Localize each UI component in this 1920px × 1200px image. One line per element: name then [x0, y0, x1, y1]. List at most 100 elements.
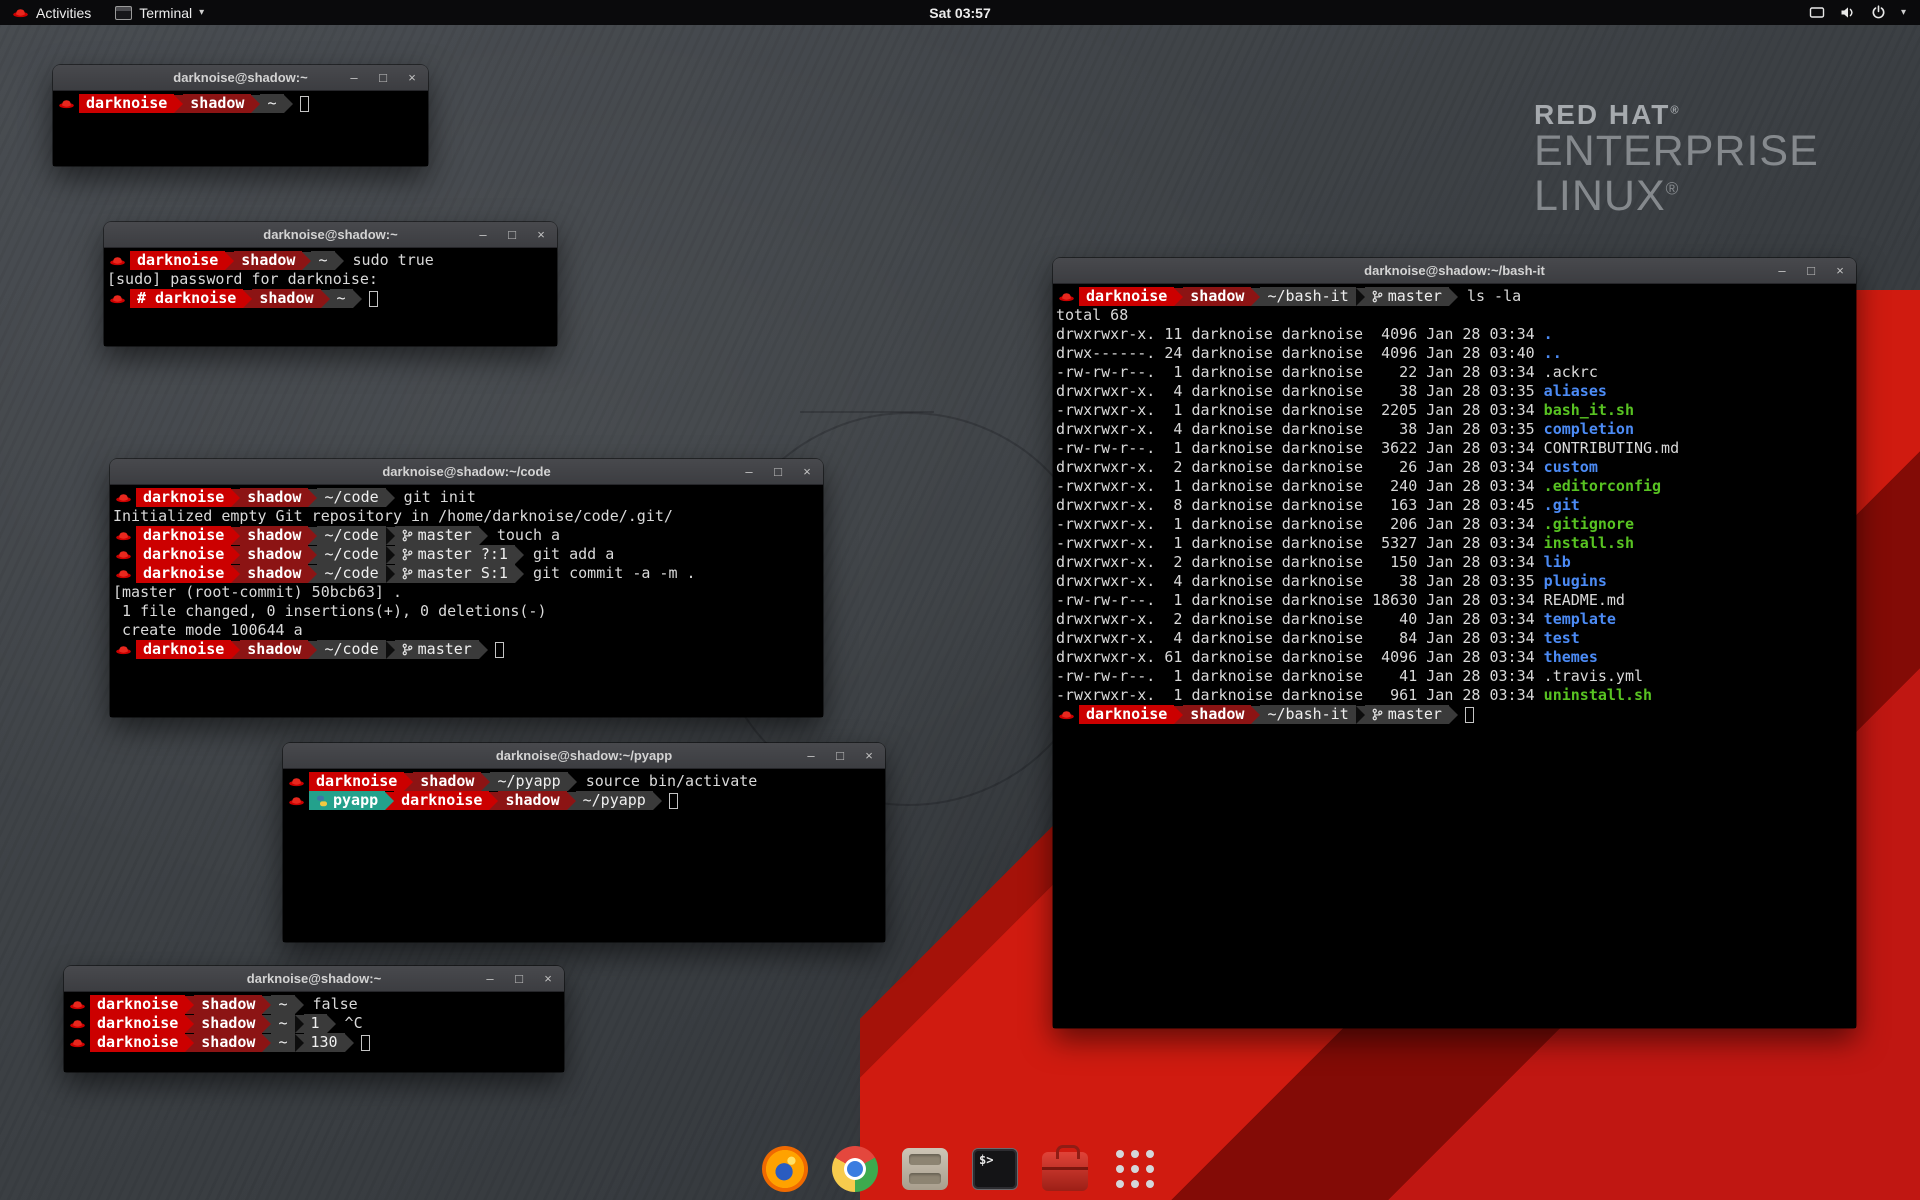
dock-item-chrome[interactable]	[830, 1144, 880, 1194]
prompt-host-segment: shadow	[1183, 287, 1251, 306]
prompt-git-segment: master	[395, 640, 479, 659]
prompt-path-segment: ~	[311, 251, 334, 270]
prompt-host-segment: shadow	[234, 251, 302, 270]
terminal-window-code[interactable]: darknoise@shadow:~/code – □ × darknoise s…	[110, 459, 823, 717]
prompt-user-text: darknoise	[97, 1033, 178, 1052]
prompt-host-text: shadow	[201, 1033, 255, 1052]
close-button[interactable]: ×	[861, 748, 877, 763]
prompt-host-segment: shadow	[194, 1033, 262, 1052]
redhat-prompt-icon	[115, 644, 132, 655]
clock[interactable]: Sat 03:57	[929, 5, 990, 21]
terminal-content[interactable]: darknoiseshadow~/code git initInitialize…	[110, 485, 823, 717]
prompt-host-text: shadow	[1190, 287, 1244, 306]
prompt-host-text: shadow	[241, 251, 295, 270]
directory-name: plugins	[1544, 572, 1607, 591]
prompt-user-text: darknoise	[143, 488, 224, 507]
minimize-button[interactable]: –	[482, 971, 498, 986]
redhat-prompt-icon-wrap	[113, 564, 136, 583]
activities-button[interactable]: Activities	[0, 0, 103, 25]
powerline-arrow	[185, 996, 194, 1014]
window-titlebar[interactable]: darknoise@shadow:~/pyapp – □ ×	[283, 743, 885, 769]
window-titlebar[interactable]: darknoise@shadow:~ – □ ×	[53, 65, 428, 91]
terminal-content[interactable]: darknoiseshadow~ sudo true[sudo] passwor…	[104, 248, 557, 346]
dock-item-files[interactable]	[900, 1144, 950, 1194]
dock-item-terminal[interactable]: $>	[970, 1144, 1020, 1194]
powerline-arrow	[386, 641, 395, 659]
close-button[interactable]: ×	[799, 464, 815, 479]
terminal-text: drwxrwxr-x. 4 darknoise darknoise 38 Jan…	[1056, 382, 1544, 401]
terminal-text: git commit -a -m .	[524, 564, 696, 583]
terminal-window-pyapp[interactable]: darknoise@shadow:~/pyapp – □ × darknoise…	[283, 743, 885, 942]
window-titlebar[interactable]: darknoise@shadow:~/code – □ ×	[110, 459, 823, 485]
window-titlebar[interactable]: darknoise@shadow:~ – □ ×	[104, 222, 557, 248]
terminal-cursor	[361, 1035, 370, 1051]
window-title: darknoise@shadow:~	[263, 227, 397, 242]
terminal-window-home-1[interactable]: darknoise@shadow:~ – □ × darknoiseshadow…	[53, 65, 428, 166]
prompt-host-text: shadow	[420, 772, 474, 791]
powerline-arrow	[481, 773, 490, 791]
minimize-button[interactable]: –	[475, 227, 491, 242]
close-button[interactable]: ×	[533, 227, 549, 242]
maximize-button[interactable]: □	[832, 748, 848, 763]
terminal-line: darknoiseshadow~1 ^C	[67, 1014, 564, 1033]
close-button[interactable]: ×	[540, 971, 556, 986]
terminal-line: create mode 100644 a	[113, 621, 823, 640]
close-button[interactable]: ×	[404, 70, 420, 85]
terminal-text: drwxrwxr-x. 8 darknoise darknoise 163 Ja…	[1056, 496, 1544, 515]
prompt-host-segment: shadow	[194, 1014, 262, 1033]
powerline-arrow	[308, 546, 317, 564]
status-area[interactable]: ▾	[1809, 5, 1920, 20]
dock-item-toolbox[interactable]	[1040, 1144, 1090, 1194]
git-branch-icon	[402, 567, 413, 580]
terminal-window-exit-codes[interactable]: darknoise@shadow:~ – □ × darknoiseshadow…	[64, 966, 564, 1072]
chevron-down-icon: ▾	[199, 7, 204, 18]
terminal-content[interactable]: darknoiseshadow~ falsedarknoiseshadow~1 …	[64, 992, 564, 1072]
terminal-content[interactable]: darknoiseshadow~/pyapp source bin/activa…	[283, 769, 885, 942]
window-titlebar[interactable]: darknoise@shadow:~/bash-it – □ ×	[1053, 258, 1856, 284]
powerline-arrow	[231, 489, 240, 507]
prompt-user-segment: darknoise	[136, 526, 231, 545]
close-button[interactable]: ×	[1832, 263, 1848, 278]
terminal-cursor	[300, 96, 309, 112]
terminal-line: pyappdarknoiseshadow~/pyapp	[286, 791, 885, 810]
redhat-prompt-icon	[115, 549, 132, 560]
dock-item-firefox[interactable]	[760, 1144, 810, 1194]
maximize-button[interactable]: □	[770, 464, 786, 479]
powerline-arrow	[515, 565, 524, 583]
minimize-button[interactable]: –	[803, 748, 819, 763]
terminal-line: drwxrwxr-x. 4 darknoise darknoise 38 Jan…	[1056, 572, 1856, 591]
powerline-arrow	[1174, 288, 1183, 306]
powerline-arrow	[231, 546, 240, 564]
terminal-text: -rw-rw-r--. 1 darknoise darknoise 41 Jan…	[1056, 667, 1643, 686]
terminal-content[interactable]: darknoiseshadow~	[53, 91, 428, 166]
maximize-button[interactable]: □	[1803, 263, 1819, 278]
terminal-line: total 68	[1056, 306, 1856, 325]
app-menu[interactable]: Terminal ▾	[103, 0, 216, 25]
prompt-host-text: shadow	[247, 545, 301, 564]
dock-item-app-grid[interactable]	[1110, 1144, 1160, 1194]
minimize-button[interactable]: –	[1774, 263, 1790, 278]
maximize-button[interactable]: □	[504, 227, 520, 242]
prompt-host-segment: shadow	[413, 772, 481, 791]
terminal-line: -rwxrwxr-x. 1 darknoise darknoise 240 Ja…	[1056, 477, 1856, 496]
terminal-window-sudo[interactable]: darknoise@shadow:~ – □ × darknoiseshadow…	[104, 222, 557, 346]
powerline-arrow	[1251, 706, 1260, 724]
prompt-host-segment: shadow	[183, 94, 251, 113]
maximize-button[interactable]: □	[375, 70, 391, 85]
terminal-line: drwxrwxr-x. 11 darknoise darknoise 4096 …	[1056, 325, 1856, 344]
terminal-text: drwxrwxr-x. 2 darknoise darknoise 150 Ja…	[1056, 553, 1544, 572]
directory-name: .git	[1544, 496, 1580, 515]
terminal-content[interactable]: darknoiseshadow~/bash-itmaster ls -latot…	[1053, 284, 1856, 1028]
powerline-arrow	[1356, 706, 1365, 724]
top-bar: Activities Terminal ▾ Sat 03:57 ▾	[0, 0, 1920, 25]
window-titlebar[interactable]: darknoise@shadow:~ – □ ×	[64, 966, 564, 992]
terminal-line: -rwxrwxr-x. 1 darknoise darknoise 5327 J…	[1056, 534, 1856, 553]
maximize-button[interactable]: □	[511, 971, 527, 986]
minimize-button[interactable]: –	[346, 70, 362, 85]
executable-name: install.sh	[1544, 534, 1634, 553]
prompt-user-segment: darknoise	[1079, 705, 1174, 724]
minimize-button[interactable]: –	[741, 464, 757, 479]
terminal-window-bash-it[interactable]: darknoise@shadow:~/bash-it – □ × darknoi…	[1053, 258, 1856, 1028]
prompt-user-text: darknoise	[143, 545, 224, 564]
powerline-arrow	[479, 641, 488, 659]
